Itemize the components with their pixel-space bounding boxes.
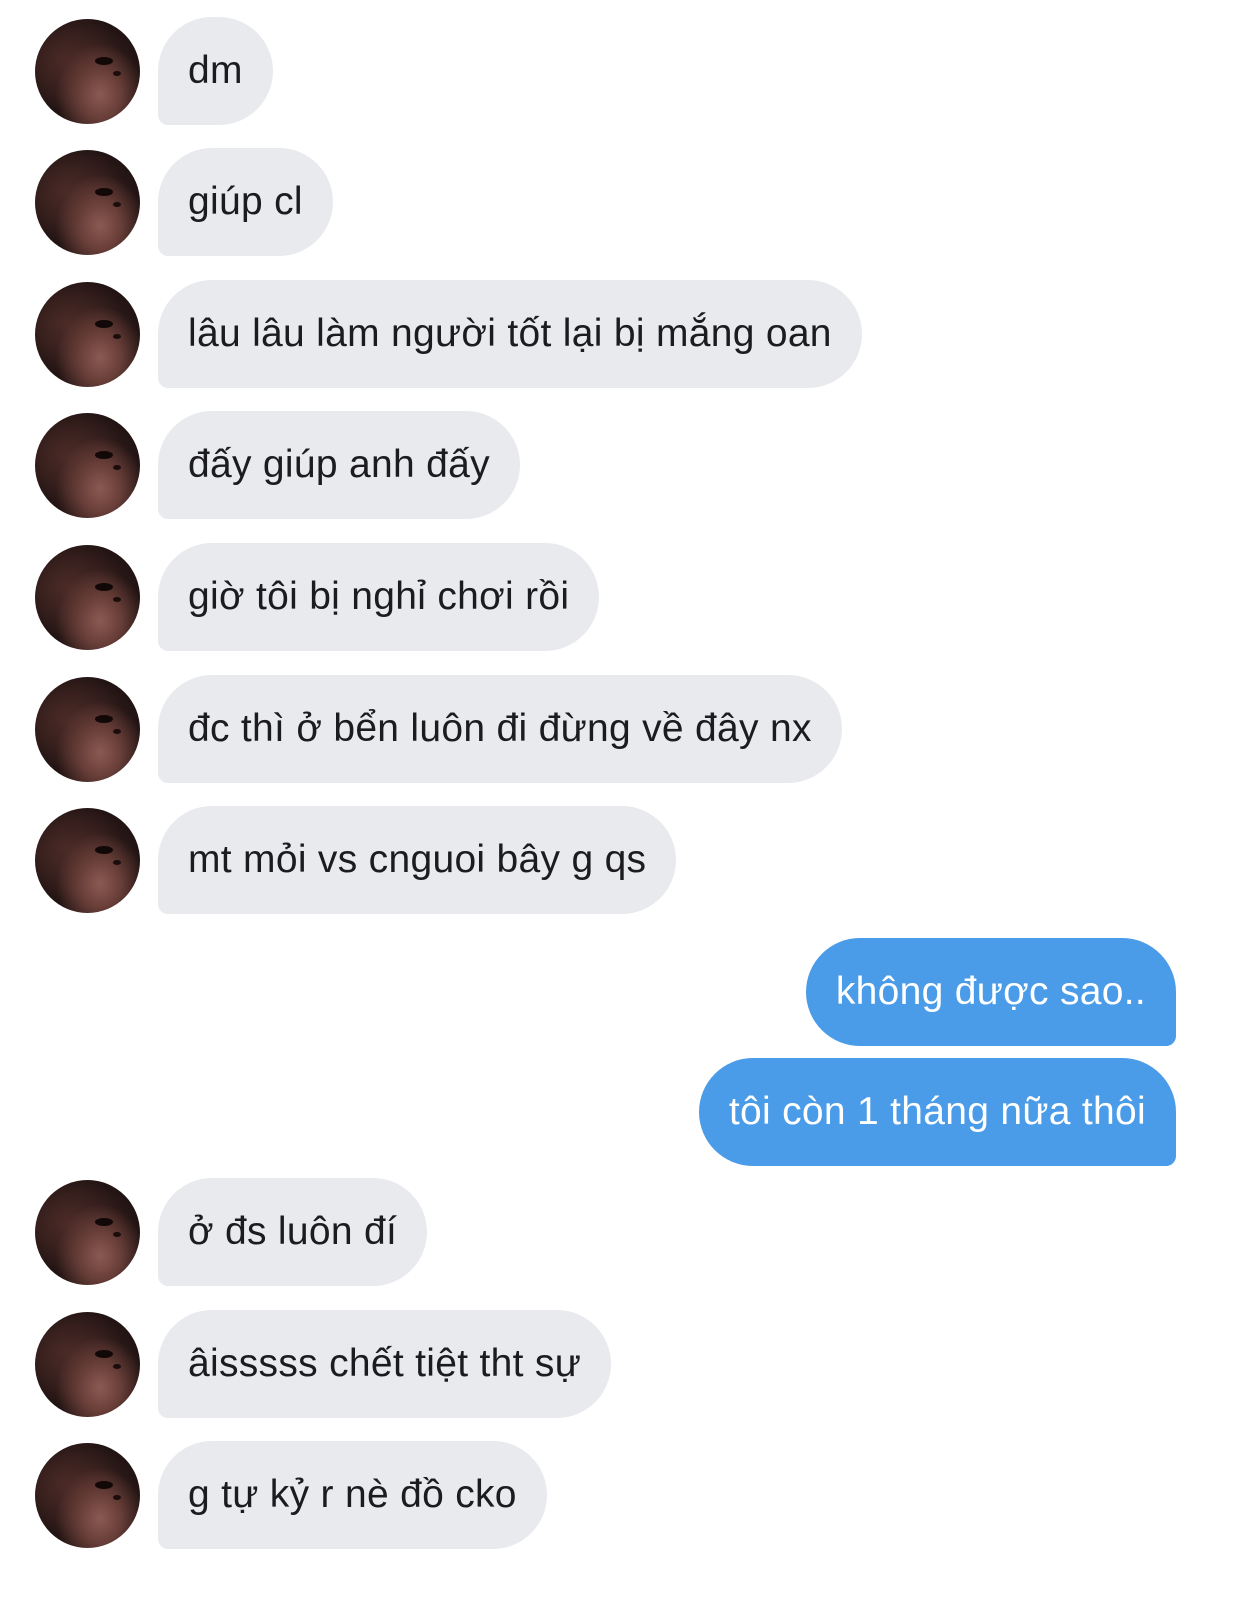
- avatar-eye: [113, 334, 121, 339]
- avatar-eye: [113, 202, 121, 207]
- contact-avatar[interactable]: [35, 1443, 140, 1548]
- contact-avatar[interactable]: [35, 677, 140, 782]
- incoming-message-bubble[interactable]: g tự kỷ r nè đồ cko: [158, 1441, 547, 1549]
- avatar-eye: [95, 1350, 113, 1358]
- incoming-message-bubble[interactable]: âisssss chết tiệt tht sự: [158, 1310, 612, 1418]
- avatar-eye: [113, 860, 121, 865]
- avatar-eye: [113, 71, 121, 76]
- incoming-message-bubble[interactable]: ở đs luôn đí: [158, 1178, 428, 1286]
- avatar-eye: [113, 465, 121, 470]
- message-row: ở đs luôn đí: [0, 1178, 1242, 1286]
- avatar-eye: [95, 846, 113, 854]
- contact-avatar[interactable]: [35, 19, 140, 124]
- contact-avatar[interactable]: [35, 545, 140, 650]
- message-row: đấy giúp anh đấy: [0, 411, 1242, 519]
- incoming-message-bubble[interactable]: mt mỏi vs cnguoi bây g qs: [158, 806, 677, 914]
- outgoing-message-bubble[interactable]: không được sao..: [805, 938, 1176, 1046]
- avatar-eye: [95, 320, 113, 328]
- incoming-message-bubble[interactable]: đấy giúp anh đấy: [158, 411, 520, 519]
- message-row: đc thì ở bển luôn đi đừng về đây nx: [0, 675, 1242, 783]
- avatar-eye: [95, 715, 113, 723]
- incoming-message-bubble[interactable]: đc thì ở bển luôn đi đừng về đây nx: [158, 675, 842, 783]
- avatar-eye: [95, 1481, 113, 1489]
- incoming-message-bubble[interactable]: giờ tôi bị nghỉ chơi rồi: [158, 543, 600, 651]
- contact-avatar[interactable]: [35, 413, 140, 518]
- avatar-eye: [113, 1232, 121, 1237]
- outgoing-message-bubble[interactable]: tôi còn 1 tháng nữa thôi: [698, 1058, 1176, 1166]
- incoming-message-bubble[interactable]: giúp cl: [158, 148, 333, 256]
- message-row: âisssss chết tiệt tht sự: [0, 1310, 1242, 1418]
- avatar-eye: [95, 583, 113, 591]
- avatar-eye: [95, 57, 113, 65]
- contact-avatar[interactable]: [35, 282, 140, 387]
- message-row: lâu lâu làm người tốt lại bị mắng oan: [0, 280, 1242, 388]
- avatar-eye: [113, 597, 121, 602]
- message-thread: dm giúp cl lâu lâu làm người tốt lại bị …: [0, 0, 1242, 1608]
- message-row: g tự kỷ r nè đồ cko: [0, 1441, 1242, 1549]
- contact-avatar[interactable]: [35, 808, 140, 913]
- avatar-eye: [113, 1364, 121, 1369]
- avatar-eye: [95, 188, 113, 196]
- avatar-eye: [113, 729, 121, 734]
- message-row: không được sao..: [0, 938, 1242, 1046]
- contact-avatar[interactable]: [35, 1180, 140, 1285]
- message-row: giờ tôi bị nghỉ chơi rồi: [0, 543, 1242, 651]
- contact-avatar[interactable]: [35, 150, 140, 255]
- message-row: dm: [0, 17, 1242, 125]
- avatar-eye: [95, 451, 113, 459]
- message-row: tôi còn 1 tháng nữa thôi: [0, 1058, 1242, 1166]
- incoming-message-bubble[interactable]: dm: [158, 17, 273, 125]
- avatar-eye: [113, 1495, 121, 1500]
- message-row: mt mỏi vs cnguoi bây g qs: [0, 806, 1242, 914]
- incoming-message-bubble[interactable]: lâu lâu làm người tốt lại bị mắng oan: [158, 280, 862, 388]
- contact-avatar[interactable]: [35, 1312, 140, 1417]
- message-row: giúp cl: [0, 148, 1242, 256]
- avatar-eye: [95, 1218, 113, 1226]
